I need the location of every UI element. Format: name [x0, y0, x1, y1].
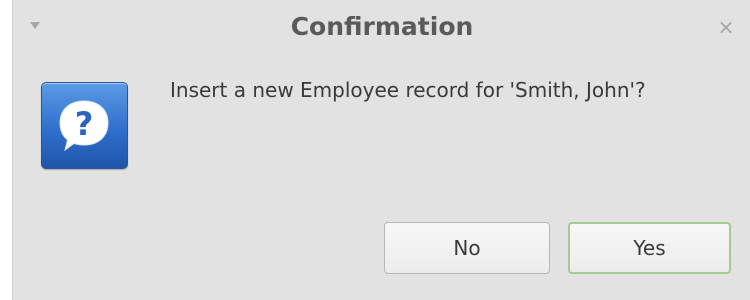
yes-button[interactable]: Yes: [568, 222, 731, 274]
question-mark-glyph: ?: [75, 105, 94, 143]
dialog-title: Confirmation: [290, 12, 474, 41]
confirmation-message: Insert a new Employee record for 'Smith,…: [170, 78, 646, 102]
confirmation-dialog: Confirmation × ? Insert a new Employee r…: [12, 0, 750, 300]
question-icon: ?: [41, 82, 128, 169]
title-bar: Confirmation ×: [13, 0, 750, 58]
question-bubble-icon: ?: [59, 100, 109, 152]
no-button[interactable]: No: [384, 222, 550, 274]
close-icon[interactable]: ×: [715, 15, 737, 39]
